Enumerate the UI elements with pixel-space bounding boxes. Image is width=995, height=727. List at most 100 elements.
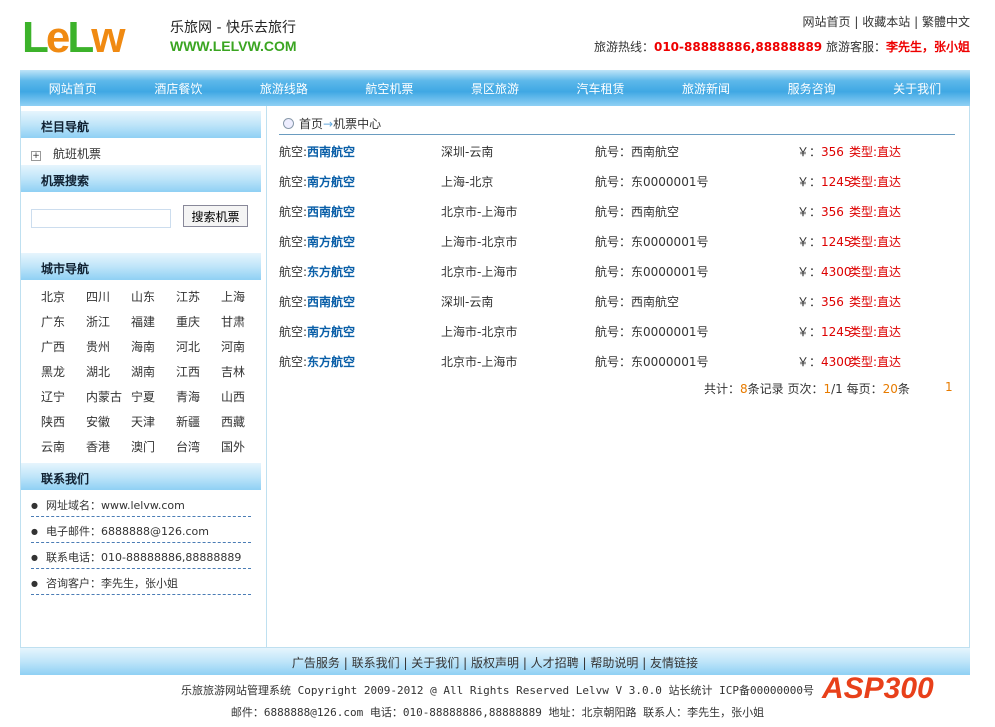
page-link[interactable]: 1 [945,380,953,394]
hotline-label: 旅游热线： [593,40,654,54]
service-label: 旅游客服： [822,40,886,54]
table-row[interactable]: 航空:东方航空 北京市-上海市 航号：东0000001号 ￥：4300 类型:直… [279,263,959,283]
separator: | [339,656,352,670]
footer-link[interactable]: 人才招聘 [531,656,579,670]
contact-item: 网址域名：www.lelvw.com [31,491,251,517]
city-link[interactable]: 江西 [176,363,200,380]
nav-item[interactable]: 关于我们 [893,80,941,97]
nav-item[interactable]: 服务咨询 [788,80,836,97]
nav-item[interactable]: 景区旅游 [471,80,519,97]
contact-item: 联系电话：010-88888886,88888889 [31,543,251,569]
city-link[interactable]: 河北 [176,338,200,355]
route-cell: 北京市-上海市 [441,265,518,279]
city-link[interactable]: 西藏 [221,413,245,430]
city-link[interactable]: 福建 [131,313,155,330]
city-link[interactable]: 湖北 [86,363,110,380]
city-link[interactable]: 江苏 [176,288,200,305]
table-row[interactable]: 航空:西南航空 深圳-云南 航号：西南航空 ￥：356 类型:直达 [279,293,959,313]
route-cell: 北京市-上海市 [441,355,518,369]
nav-item-label: 航班机票 [53,147,102,161]
city-link[interactable]: 湖南 [131,363,155,380]
footer-link[interactable]: 联系我们 [352,656,400,670]
footer-links: 广告服务 | 联系我们 | 关于我们 | 版权声明 | 人才招聘 | 帮助说明 … [20,648,970,675]
city-link[interactable]: 海南 [131,338,155,355]
city-link[interactable]: 青海 [176,388,200,405]
route-cell: 上海市-北京市 [441,325,518,339]
top-links: 网站首页 | 收藏本站 | 繁體中文 [802,15,970,29]
expand-icon[interactable]: + [31,151,41,161]
separator: | [578,656,591,670]
city-link[interactable]: 香港 [86,438,110,455]
nav-item[interactable]: 旅游线路 [260,80,308,97]
city-link[interactable]: 山西 [221,388,245,405]
price-cell: ￥：356 [797,205,844,219]
price-cell: ￥：4300 [797,265,852,279]
city-link[interactable]: 四川 [86,288,110,305]
city-link[interactable]: 贵州 [86,338,110,355]
city-link[interactable]: 广西 [41,338,65,355]
divider [279,134,955,135]
contact-item: 电子邮件：6888888@126.com [31,517,251,543]
table-row[interactable]: 航空:东方航空 北京市-上海市 航号：东0000001号 ￥：4300 类型:直… [279,353,959,373]
footer-link[interactable]: 友情链接 [650,656,698,670]
city-link[interactable]: 上海 [221,288,245,305]
service-names: 李先生，张小姐 [885,40,970,54]
table-row[interactable]: 航空:南方航空 上海市-北京市 航号：东0000001号 ￥：1245 类型:直… [279,323,959,343]
nav-item[interactable]: 网站首页 [49,80,97,97]
search-button[interactable]: 搜索机票 [183,205,248,227]
city-link[interactable]: 甘肃 [221,313,245,330]
flight-cell: 航号：东0000001号 [595,355,709,369]
city-link[interactable]: 安徽 [86,413,110,430]
nav-item[interactable]: 汽车租赁 [577,80,625,97]
city-link[interactable]: 国外 [221,438,245,455]
flight-cell: 航号：东0000001号 [595,175,709,189]
watermark-logo: ASP300 [822,672,934,705]
footer-link[interactable]: 关于我们 [411,656,459,670]
link-home[interactable]: 网站首页 [803,15,851,29]
section-heading: 城市导航 [21,253,261,280]
city-link[interactable]: 新疆 [176,413,200,430]
city-link[interactable]: 天津 [131,413,155,430]
logo[interactable]: LeLw [22,14,126,62]
airline-cell: 航空:西南航空 [279,205,356,219]
nav-item[interactable]: 旅游新闻 [682,80,730,97]
nav-item[interactable]: 航空机票 [365,80,413,97]
city-link[interactable]: 宁夏 [131,388,155,405]
section-heading: 联系我们 [21,463,261,490]
city-link[interactable]: 河南 [221,338,245,355]
footer-link[interactable]: 广告服务 [292,656,340,670]
city-link[interactable]: 浙江 [86,313,110,330]
footer-link[interactable]: 帮助说明 [590,656,638,670]
type-cell: 类型:直达 [849,355,902,369]
city-link[interactable]: 黑龙 [41,363,65,380]
city-link[interactable]: 辽宁 [41,388,65,405]
city-link[interactable]: 台湾 [176,438,200,455]
section-heading: 机票搜索 [21,165,261,192]
route-cell: 深圳-云南 [441,295,494,309]
link-traditional[interactable]: 繁體中文 [922,15,970,29]
table-row[interactable]: 航空:西南航空 深圳-云南 航号：西南航空 ￥：356 类型:直达 [279,143,959,163]
airline-cell: 航空:南方航空 [279,325,356,339]
footer-link[interactable]: 版权声明 [471,656,519,670]
separator: | [399,656,412,670]
price-cell: ￥：1245 [797,235,852,249]
table-row[interactable]: 航空:南方航空 上海市-北京市 航号：东0000001号 ￥：1245 类型:直… [279,233,959,253]
link-bookmark[interactable]: 收藏本站 [862,15,910,29]
city-link[interactable]: 山东 [131,288,155,305]
city-link[interactable]: 陕西 [41,413,65,430]
breadcrumb-home[interactable]: 首页 [299,117,323,131]
table-row[interactable]: 航空:南方航空 上海-北京 航号：东0000001号 ￥：1245 类型:直达 [279,173,959,193]
table-row[interactable]: 航空:西南航空 北京市-上海市 航号：西南航空 ￥：356 类型:直达 [279,203,959,223]
nav-item[interactable]: 酒店餐饮 [154,80,202,97]
city-link[interactable]: 澳门 [131,438,155,455]
search-input[interactable] [31,209,171,228]
nav-item-flights[interactable]: + 航班机票 [31,145,101,162]
city-link[interactable]: 云南 [41,438,65,455]
city-link[interactable]: 内蒙古 [86,388,122,405]
city-link[interactable]: 重庆 [176,313,200,330]
city-link[interactable]: 吉林 [221,363,245,380]
separator: | [459,656,471,670]
city-link[interactable]: 北京 [41,288,65,305]
hotline: 旅游热线：010-88888886,88888889 旅游客服：李先生，张小姐 [594,38,970,55]
city-link[interactable]: 广东 [41,313,65,330]
